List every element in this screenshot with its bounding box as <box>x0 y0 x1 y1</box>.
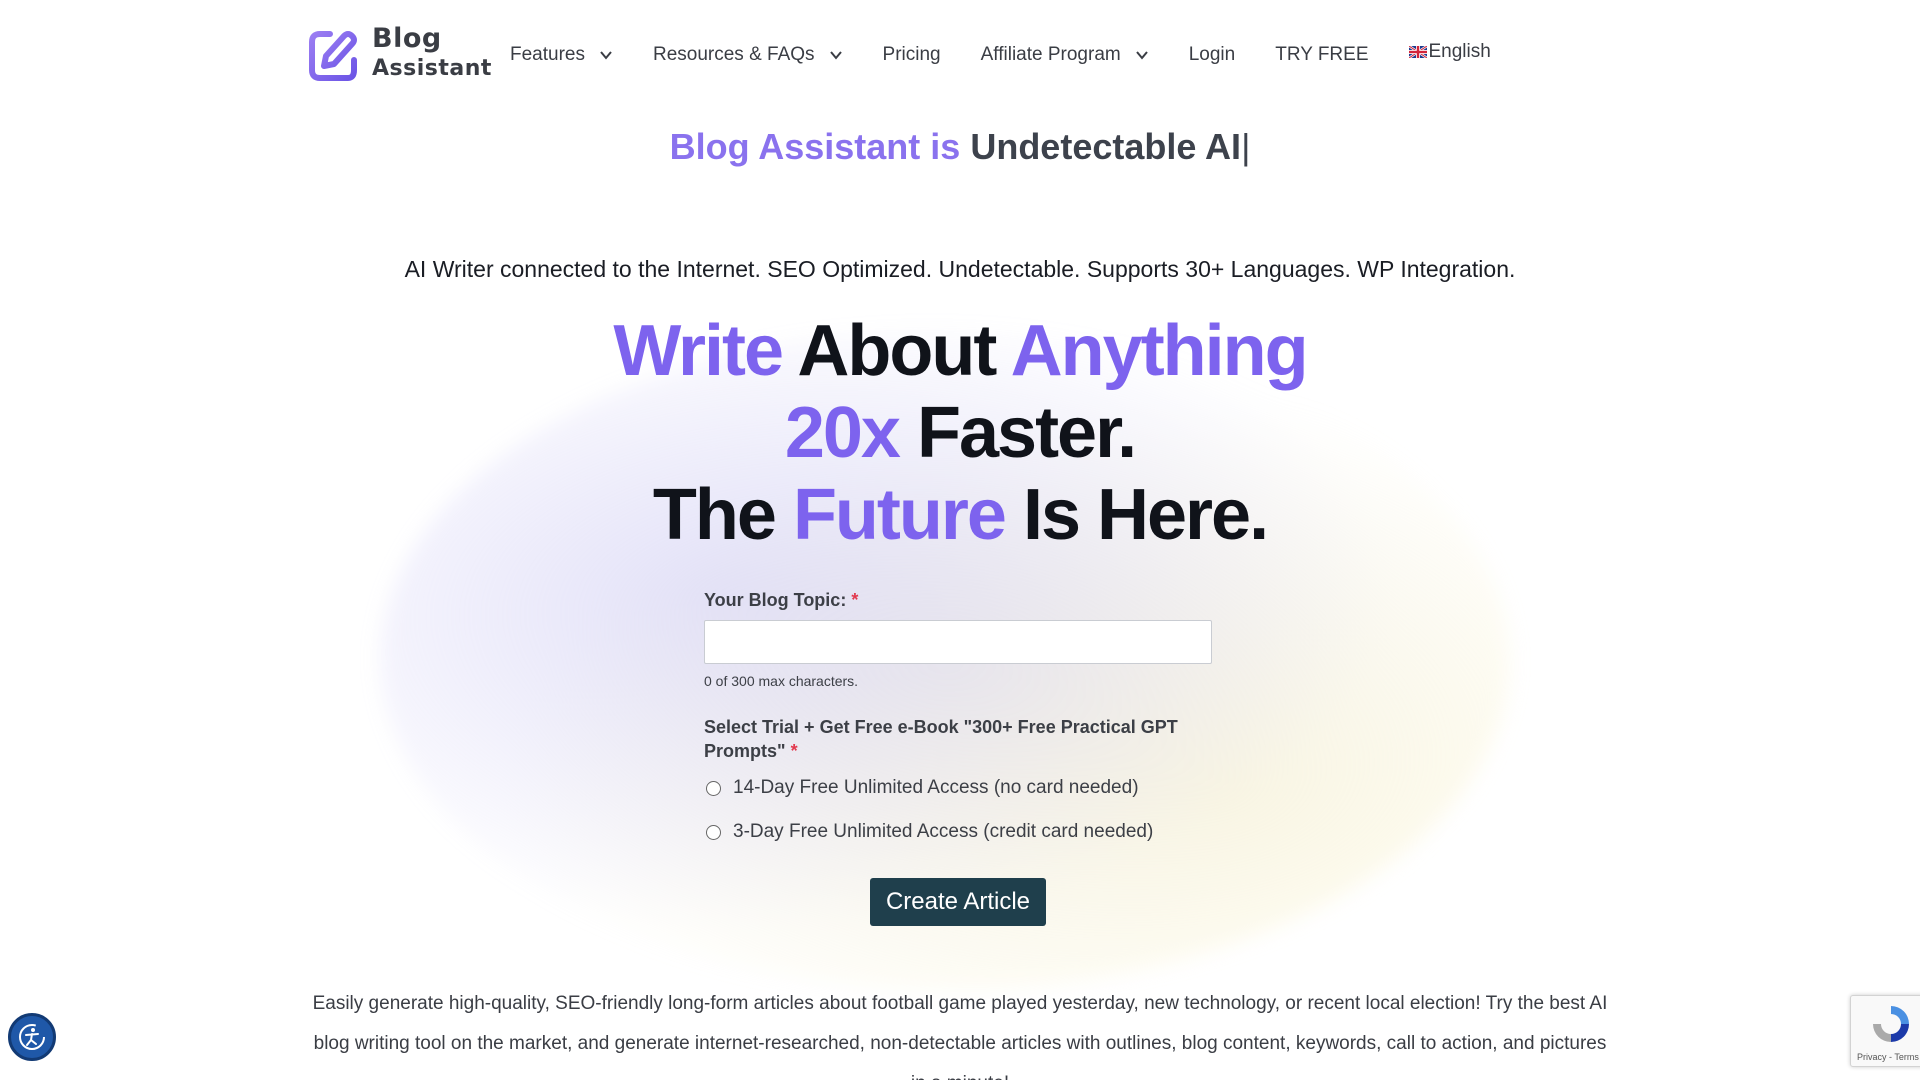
hero-word: The <box>652 475 777 555</box>
topic-label: Your Blog Topic: * <box>704 588 1224 612</box>
article-form: Your Blog Topic: * 0 of 300 max characte… <box>704 588 1224 843</box>
animated-tagline: Blog Assistant is Undetectable AI| <box>0 126 1920 168</box>
language-label: English <box>1428 41 1491 62</box>
create-article-button[interactable]: Create Article <box>870 878 1046 926</box>
nav-resources[interactable]: Resources & FAQs <box>653 44 843 66</box>
hero-line-1: Write About Anything <box>0 310 1920 392</box>
hero-word: Is Here. <box>1022 475 1269 555</box>
trial-option-label: 3-Day Free Unlimited Access (credit card… <box>733 821 1154 842</box>
nav-affiliate[interactable]: Affiliate Program <box>981 44 1149 66</box>
recaptcha-badge[interactable]: Privacy - Terms <box>1850 995 1920 1067</box>
nav-pricing-label: Pricing <box>882 44 941 65</box>
chevron-down-icon <box>829 51 842 60</box>
hero-line-3: The Future Is Here. <box>0 474 1920 556</box>
trial-option-14-day[interactable]: 14-Day Free Unlimited Access (no card ne… <box>704 777 1224 799</box>
hero-word: About <box>797 311 997 391</box>
radio-button[interactable] <box>706 780 721 796</box>
accessibility-icon <box>19 1024 45 1050</box>
required-mark: * <box>851 590 859 610</box>
hero-word: Write <box>613 311 784 391</box>
tagline-typed: Undetectable AI <box>970 126 1242 167</box>
feature-subline: AI Writer connected to the Internet. SEO… <box>404 256 1516 282</box>
required-mark: * <box>790 741 798 761</box>
uk-flag-icon <box>1408 46 1427 58</box>
blog-topic-input[interactable] <box>704 620 1212 664</box>
chevron-down-icon <box>600 51 612 60</box>
radio-button[interactable] <box>706 824 721 840</box>
nav-try-free-label: TRY FREE <box>1275 44 1369 65</box>
typing-cursor: | <box>1241 126 1251 167</box>
trial-option-label: 14-Day Free Unlimited Access (no card ne… <box>733 777 1139 798</box>
trial-option-3-day[interactable]: 3-Day Free Unlimited Access (credit card… <box>704 821 1224 843</box>
tagline-prefix: Blog Assistant is <box>669 126 961 167</box>
hero-word: Faster. <box>917 393 1137 473</box>
language-selector[interactable]: English <box>1408 41 1491 63</box>
nav-login-label: Login <box>1188 44 1236 65</box>
nav-login[interactable]: Login <box>1189 44 1236 66</box>
hero-word: 20x <box>784 393 901 473</box>
nav-resources-label: Resources & FAQs <box>652 44 815 65</box>
trial-label: Select Trial + Get Free e-Book "300+ Fre… <box>704 715 1224 763</box>
recaptcha-links[interactable]: Privacy - Terms <box>1857 1052 1919 1062</box>
nav-features[interactable]: Features <box>510 44 613 66</box>
nav-affiliate-label: Affiliate Program <box>980 44 1121 65</box>
site-header: Blog Assistant Features Resources & FAQs… <box>0 0 1920 110</box>
hero-heading: Write About Anything 20x Faster. The Fut… <box>0 310 1920 556</box>
nav-features-label: Features <box>510 44 585 65</box>
description-paragraph: Easily generate high-quality, SEO-friend… <box>312 993 1608 1080</box>
brand-logo[interactable]: Blog Assistant <box>308 24 492 84</box>
hero-word: Anything <box>1010 311 1309 391</box>
nav-try-free[interactable]: TRY FREE <box>1275 44 1368 66</box>
recaptcha-icon <box>1873 1006 1909 1042</box>
char-count-hint: 0 of 300 max characters. <box>704 673 859 689</box>
topic-label-text: Your Blog Topic: <box>704 590 847 610</box>
hero-word: Future <box>792 475 1007 555</box>
accessibility-button[interactable] <box>8 1013 56 1061</box>
hero-line-2: 20x Faster. <box>0 392 1920 474</box>
nav-pricing[interactable]: Pricing <box>883 44 941 66</box>
main-nav: Features Resources & FAQs Pricing Affili… <box>510 41 1491 66</box>
brand-name: Blog Assistant <box>372 24 492 84</box>
brand-line-2: Assistant <box>372 56 492 81</box>
brand-line-1: Blog <box>372 23 442 54</box>
pencil-logo-icon <box>309 31 357 81</box>
chevron-down-icon <box>1135 51 1148 60</box>
trial-label-text: Select Trial + Get Free e-Book "300+ Fre… <box>704 717 1178 761</box>
